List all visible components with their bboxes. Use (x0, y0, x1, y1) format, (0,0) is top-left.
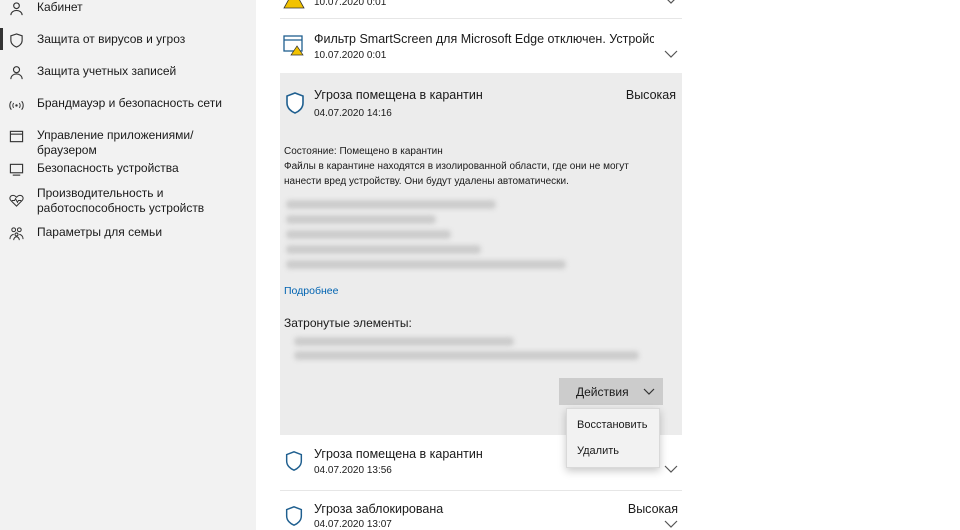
app-browser-icon (8, 128, 24, 144)
chevron-down-icon[interactable] (664, 520, 678, 528)
divider (280, 490, 682, 491)
account-icon (8, 0, 24, 16)
shield-icon (286, 92, 304, 114)
device-icon (8, 161, 24, 177)
sidebar: Кабинет Защита от вирусов и угроз Защита… (0, 0, 256, 530)
sidebar-item-label-line2: работоспособность устройств (37, 201, 205, 215)
status-text: Состояние: Помещено в карантин (284, 146, 443, 157)
item-date: 10.07.2020 0:01 (314, 0, 387, 8)
item-title: Угроза заблокирована (314, 502, 444, 516)
history-item-expanded: Угроза помещена в карантин 04.07.2020 14… (280, 73, 682, 435)
sidebar-item-label: Производительность и (37, 186, 164, 200)
divider (280, 18, 682, 19)
sidebar-item-label: Кабинет (37, 0, 83, 14)
delete-menu-item[interactable]: Удалить (577, 445, 619, 457)
family-icon (8, 225, 24, 241)
chevron-down-icon[interactable] (664, 50, 678, 58)
affected-items-label: Затронутые элементы: (284, 316, 412, 330)
person-icon (8, 64, 24, 80)
item-date: 04.07.2020 13:56 (314, 465, 392, 476)
actions-menu: Восстановить Удалить (566, 408, 660, 468)
sidebar-item-label: Брандмауэр и безопасность сети (37, 96, 222, 110)
restore-menu-item[interactable]: Восстановить (577, 419, 647, 431)
sidebar-item-label: Управление приложениями/браузером (37, 128, 194, 157)
more-details-link[interactable]: Подробнее (284, 285, 338, 297)
wifi-icon (8, 96, 24, 112)
chevron-down-icon[interactable] (664, 0, 678, 4)
severity-label: Высокая (625, 88, 676, 102)
warning-icon (283, 0, 305, 9)
description-line-1: Файлы в карантине находятся в изолирован… (284, 161, 629, 172)
sidebar-item-label: Безопасность устройства (37, 161, 179, 175)
shield-icon (8, 32, 24, 48)
item-date: 04.07.2020 14:16 (314, 108, 392, 119)
history-item-smartscreen[interactable]: Фильтр SmartScreen для Microsoft Edge от… (280, 32, 682, 64)
sidebar-item-label: Защита от вирусов и угроз (37, 32, 186, 46)
actions-button-label: Действия (576, 384, 629, 399)
chevron-down-icon[interactable] (664, 465, 678, 473)
item-title: Фильтр SmartScreen для Microsoft Edge от… (314, 32, 654, 46)
sidebar-item-label: Защита учетных записей (37, 64, 177, 78)
severity-label: Высокая (627, 502, 678, 516)
history-item-blocked[interactable]: Угроза заблокирована 04.07.2020 13:07 Вы… (280, 502, 682, 530)
chevron-down-icon (643, 388, 655, 395)
item-date: 10.07.2020 0:01 (314, 50, 387, 61)
description-line-2: нанести вред устройству. Они будут удале… (284, 176, 569, 187)
actions-button[interactable]: Действия (559, 378, 663, 405)
shield-icon (285, 451, 303, 471)
shield-icon (285, 506, 303, 526)
item-title: Угроза помещена в карантин (314, 88, 483, 102)
heart-icon (8, 192, 24, 208)
browser-warning-icon (283, 34, 305, 56)
item-date: 04.07.2020 13:07 (314, 519, 392, 530)
sidebar-item-label: Параметры для семьи (37, 225, 163, 239)
history-item-partial[interactable]: 10.07.2020 0:01 (280, 0, 682, 10)
